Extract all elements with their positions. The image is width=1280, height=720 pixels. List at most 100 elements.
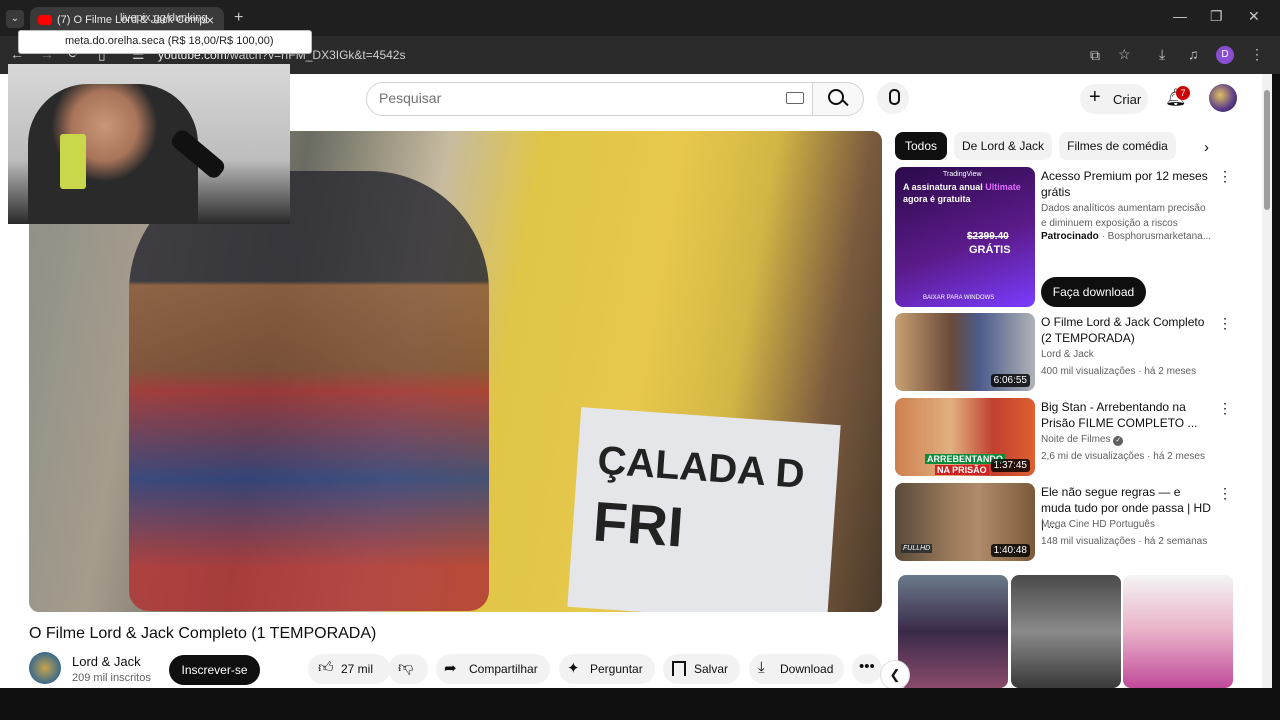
ad-thumb-price: $2399.40 xyxy=(967,231,1009,242)
save-label: Salvar xyxy=(694,662,729,676)
share-label: Compartilhar xyxy=(469,662,538,676)
ad-title[interactable]: Acesso Premium por 12 meses grátis xyxy=(1041,168,1211,200)
profile-avatar[interactable]: D xyxy=(1216,46,1234,64)
thumb-text-2: NA PRISÃO xyxy=(935,465,989,475)
webcam-person xyxy=(28,84,198,224)
close-window-icon[interactable]: ✕ xyxy=(1248,8,1260,25)
related-thumbnail[interactable]: FULLHD 1:40:48 xyxy=(895,483,1035,561)
download-button[interactable]: ⤓ Download xyxy=(749,654,844,684)
short-thumbnail[interactable] xyxy=(1011,575,1121,688)
channel-avatar[interactable] xyxy=(29,652,61,684)
new-tab-button[interactable]: + xyxy=(234,9,243,27)
browser-menu-icon[interactable]: ⋮ xyxy=(1250,46,1264,63)
ad-download-button[interactable]: Faça download xyxy=(1041,277,1146,307)
channel-name[interactable]: Lord & Jack xyxy=(72,654,141,669)
video-title: O Filme Lord & Jack Completo (1 TEMPORAD… xyxy=(29,625,377,642)
bookmark-star-icon[interactable]: ☆ xyxy=(1118,46,1131,63)
ad-thumb-footer: BAIXAR PARA WINDOWS xyxy=(923,295,995,301)
tooltip-text: meta.do.orelha.seca (R$ 18,00/R$ 100,00) xyxy=(65,35,274,47)
video-duration: 1:37:45 xyxy=(990,459,1030,472)
ad-thumb-line1: A assinatura anual Ultimate xyxy=(903,182,1021,192)
ad-menu-icon[interactable]: ⋮ xyxy=(1218,168,1232,185)
ad-thumb-line1-accent: Ultimate xyxy=(985,182,1021,192)
related-menu-icon[interactable]: ⋮ xyxy=(1218,400,1232,417)
chip-comedy[interactable]: Filmes de comédia xyxy=(1059,132,1176,160)
sign-text-1: ÇALADA D xyxy=(596,438,807,497)
shorts-prev-button[interactable]: ❮ xyxy=(880,660,910,690)
share-button[interactable]: ➦ Compartilhar xyxy=(436,654,550,684)
related-title[interactable]: Big Stan - Arrebentando na Prisão FILME … xyxy=(1041,399,1211,431)
downloads-icon[interactable]: ⤓ xyxy=(1159,46,1165,63)
tab-title-overlay: livepix.gg/dunking xyxy=(120,12,208,24)
maximize-icon[interactable]: ❐ xyxy=(1210,8,1223,25)
streamer-webcam xyxy=(8,64,290,224)
stream-goal-tooltip: meta.do.orelha.seca (R$ 18,00/R$ 100,00) xyxy=(18,30,312,54)
related-title[interactable]: O Filme Lord & Jack Completo (2 TEMPORAD… xyxy=(1041,314,1211,346)
search-icon xyxy=(828,89,844,105)
related-channel-name: Noite de Filmes xyxy=(1041,434,1111,445)
video-duration: 6:06:55 xyxy=(990,374,1030,387)
related-menu-icon[interactable]: ⋮ xyxy=(1218,485,1232,502)
related-channel: Noite de Filmes ✓ xyxy=(1041,434,1124,446)
ad-thumb-line2: agora é gratuita xyxy=(903,194,971,204)
account-avatar[interactable] xyxy=(1209,84,1237,112)
short-thumbnail[interactable] xyxy=(1123,575,1233,688)
related-channel: Mega Cine HD Português xyxy=(1041,519,1155,530)
download-icon: ⤓ xyxy=(758,659,765,676)
ad-thumbnail[interactable]: TradingView A assinatura anual Ultimate … xyxy=(895,167,1035,307)
chip-all[interactable]: Todos xyxy=(895,132,947,160)
sparkle-icon: ✦ xyxy=(567,660,580,677)
related-thumbnail[interactable]: 6:06:55 xyxy=(895,313,1035,391)
related-menu-icon[interactable]: ⋮ xyxy=(1218,315,1232,332)
search-placeholder: Pesquisar xyxy=(379,90,442,106)
media-control-icon[interactable]: ♫ xyxy=(1188,46,1199,62)
install-app-icon[interactable]: ⧉ xyxy=(1090,47,1100,64)
download-label: Download xyxy=(780,662,834,676)
save-button[interactable]: Salvar xyxy=(663,654,740,684)
related-meta: 2,6 mi de visualizações · há 2 meses xyxy=(1041,451,1205,462)
ad-thumb-line1-text: A assinatura anual xyxy=(903,182,983,192)
more-actions-button[interactable]: ••• xyxy=(852,654,882,684)
ad-brand: TradingView xyxy=(943,171,982,178)
tab-search-button[interactable]: ⌄ xyxy=(6,10,24,28)
youtube-favicon-icon xyxy=(38,15,52,25)
related-thumbnail[interactable]: ARREBENTANDO NA PRISÃO 1:37:45 xyxy=(895,398,1035,476)
window-bottom xyxy=(0,688,1280,720)
thumbs-up-icon: 👍︎ xyxy=(318,659,334,676)
chip-lord-jack[interactable]: De Lord & Jack xyxy=(954,132,1052,160)
related-meta: 400 mil visualizações · há 2 meses xyxy=(1041,366,1197,377)
notifications-badge: 7 xyxy=(1176,86,1190,100)
plus-icon: + xyxy=(1089,86,1101,108)
subscribe-button[interactable]: Inscrever-se xyxy=(169,655,260,685)
video-sign: ÇALADA D FRI xyxy=(567,407,841,612)
search-icon-handle xyxy=(842,99,849,107)
verified-icon: ✓ xyxy=(1113,436,1124,446)
ad-sponsored-label: Patrocinado xyxy=(1041,231,1099,242)
tab-close-icon[interactable]: × xyxy=(206,12,214,28)
video-duration: 1:40:48 xyxy=(990,544,1030,557)
ad-thumb-free: GRÁTIS xyxy=(969,244,1011,256)
search-button[interactable] xyxy=(812,82,864,116)
like-button[interactable]: 👍︎ 27 mil xyxy=(308,654,390,684)
related-meta: 148 mil visualizações · há 2 semanas xyxy=(1041,536,1208,547)
create-label: Criar xyxy=(1113,92,1142,107)
ad-sponsored: Patrocinado · Bosphorusmarketana... xyxy=(1041,231,1211,242)
sign-text-2: FRI xyxy=(591,489,686,559)
keyboard-icon[interactable] xyxy=(786,92,804,104)
bookmark-icon xyxy=(672,661,686,676)
minimize-icon[interactable]: — xyxy=(1173,8,1187,24)
thumbs-down-icon: 👎︎ xyxy=(398,659,414,676)
short-thumbnail[interactable] xyxy=(898,575,1008,688)
webcam-cup xyxy=(60,134,86,189)
like-count: 27 mil xyxy=(341,662,374,676)
dislike-button[interactable]: 👎︎ xyxy=(388,654,428,684)
ask-label: Perguntar xyxy=(590,662,643,676)
channel-subscribers: 209 mil inscritos xyxy=(72,672,151,684)
voice-search-button[interactable] xyxy=(877,82,909,114)
more-horizontal-icon: ••• xyxy=(859,658,875,675)
ad-advertiser: · Bosphorusmarketana... xyxy=(1101,231,1212,242)
chevron-right-icon[interactable]: › xyxy=(1204,139,1209,156)
share-icon: ➦ xyxy=(444,660,457,677)
scrollbar-thumb[interactable] xyxy=(1264,90,1270,210)
ask-button[interactable]: ✦ Perguntar xyxy=(559,654,655,684)
